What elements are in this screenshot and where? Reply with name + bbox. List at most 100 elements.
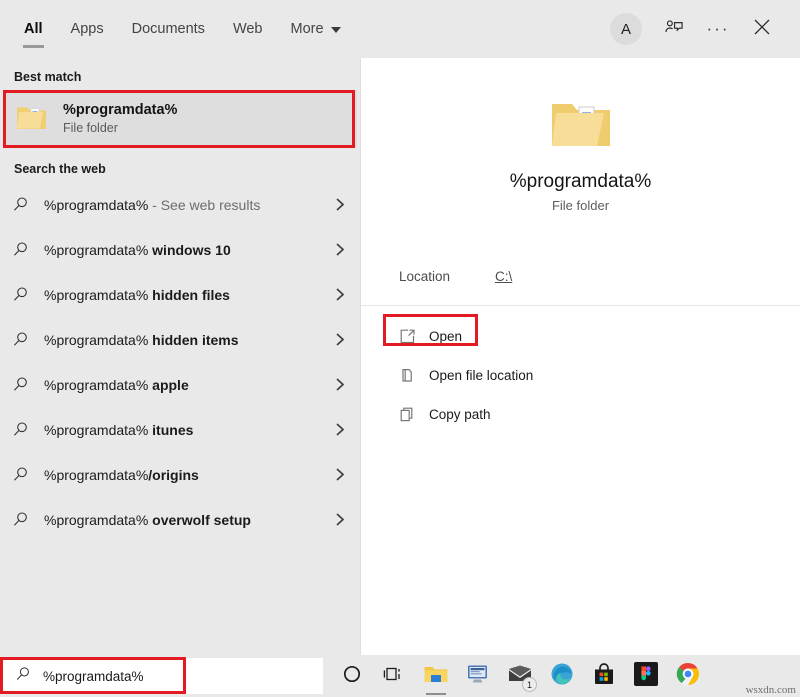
best-match-result[interactable]: %programdata% File folder	[3, 90, 357, 148]
search-icon	[12, 286, 40, 303]
suggestion-text: %programdata%/origins	[40, 467, 324, 483]
action-open-label: Open	[429, 329, 462, 344]
tab-all-label: All	[24, 21, 43, 37]
search-icon	[12, 466, 40, 483]
feedback-button[interactable]	[652, 7, 696, 51]
list-item[interactable]: %programdata% windows 10	[0, 227, 360, 272]
list-item[interactable]: %programdata% apple	[0, 362, 360, 407]
taskbar-item-cortana[interactable]	[331, 655, 373, 697]
suggestion-text: %programdata% apple	[40, 377, 324, 393]
close-icon	[753, 18, 771, 41]
taskbar-item-remote-desktop[interactable]	[457, 655, 499, 697]
location-row: Location C:\	[361, 248, 800, 306]
tab-all[interactable]: All	[10, 0, 57, 58]
list-item[interactable]: %programdata% - See web results	[0, 182, 360, 227]
action-open[interactable]: Open	[361, 320, 800, 352]
search-icon	[15, 666, 31, 687]
microsoft-edge-icon	[550, 662, 574, 691]
taskbar-item-edge[interactable]	[541, 655, 583, 697]
mail-badge: 1	[522, 677, 537, 692]
chevron-right-icon	[324, 467, 346, 482]
chevron-right-icon	[324, 512, 346, 527]
list-item[interactable]: %programdata% hidden items	[0, 317, 360, 362]
best-match-title: %programdata%	[63, 101, 177, 119]
best-match-subtitle: File folder	[63, 121, 177, 137]
file-explorer-icon	[423, 663, 449, 690]
suggestion-text: %programdata% hidden items	[40, 332, 324, 348]
cortana-icon	[342, 664, 362, 689]
tab-documents[interactable]: Documents	[118, 0, 219, 58]
search-tab-bar[interactable]: All Apps Documents Web More	[10, 0, 355, 58]
action-copy-path[interactable]: Copy path	[361, 398, 800, 430]
preview-hero: %programdata% File folder	[361, 58, 800, 248]
list-item[interactable]: %programdata% itunes	[0, 407, 360, 452]
preview-title: %programdata%	[510, 171, 652, 193]
chevron-right-icon	[324, 242, 346, 257]
avatar-initial: A	[621, 21, 631, 38]
taskbar-search-box[interactable]: %programdata%	[3, 658, 323, 694]
taskbar: %programdata%	[0, 655, 800, 697]
person-feedback-icon	[663, 16, 685, 43]
tab-web-label: Web	[233, 21, 263, 37]
search-icon	[12, 331, 40, 348]
watermark: wsxdn.com	[746, 684, 796, 696]
action-open-file-location[interactable]: Open file location	[361, 359, 800, 391]
figma-icon	[634, 662, 658, 691]
list-item[interactable]: %programdata%/origins	[0, 452, 360, 497]
taskbar-icons: 1	[331, 655, 709, 697]
suggestion-text: %programdata% windows 10	[40, 242, 324, 258]
microsoft-store-icon	[592, 662, 616, 691]
tab-apps[interactable]: Apps	[57, 0, 118, 58]
search-icon	[12, 376, 40, 393]
taskbar-item-figma[interactable]	[625, 655, 667, 697]
action-list: Open Open file location	[361, 306, 800, 430]
action-copy-path-label: Copy path	[429, 407, 491, 422]
avatar[interactable]: A	[610, 13, 642, 45]
tab-more-label: More	[291, 21, 324, 37]
search-input[interactable]: %programdata%	[43, 669, 144, 684]
results-panel: Best match	[0, 58, 360, 655]
taskbar-item-file-explorer[interactable]	[415, 655, 457, 697]
tab-documents-label: Documents	[132, 21, 205, 37]
search-icon	[12, 511, 40, 528]
web-suggestion-list: %programdata% - See web results %program…	[0, 182, 360, 542]
list-item[interactable]: %programdata% overwolf setup	[0, 497, 360, 542]
suggestion-text: %programdata% overwolf setup	[40, 512, 324, 528]
suggestion-text: %programdata% itunes	[40, 422, 324, 438]
copy-icon	[399, 406, 429, 423]
taskbar-item-chrome[interactable]	[667, 655, 709, 697]
chevron-right-icon	[324, 422, 346, 437]
preview-subtitle: File folder	[552, 198, 609, 213]
taskbar-item-mail[interactable]: 1	[499, 655, 541, 697]
search-header: All Apps Documents Web More A	[0, 0, 800, 58]
search-body: Best match	[0, 58, 800, 655]
close-button[interactable]	[740, 7, 784, 51]
location-label: Location	[399, 269, 495, 284]
suggestion-text: %programdata% hidden files	[40, 287, 324, 303]
folder-icon	[548, 94, 614, 157]
suggestion-text: %programdata% - See web results	[40, 197, 324, 213]
location-value-link[interactable]: C:\	[495, 269, 512, 284]
preview-panel: %programdata% File folder Location C:\	[360, 58, 800, 655]
best-match-texts: %programdata% File folder	[63, 101, 177, 137]
taskbar-item-task-view[interactable]	[373, 655, 415, 697]
more-options-button[interactable]: ···	[696, 7, 740, 51]
ellipsis-icon: ···	[707, 19, 730, 39]
task-view-icon	[383, 665, 405, 688]
action-open-file-location-label: Open file location	[429, 368, 533, 383]
taskbar-item-microsoft-store[interactable]	[583, 655, 625, 697]
google-chrome-icon	[676, 662, 700, 691]
chevron-right-icon	[324, 287, 346, 302]
open-in-new-icon	[399, 328, 429, 345]
chevron-right-icon	[324, 197, 346, 212]
tab-web[interactable]: Web	[219, 0, 277, 58]
windows-search-flyout: All Apps Documents Web More A	[0, 0, 800, 655]
chevron-right-icon	[324, 332, 346, 347]
tab-more[interactable]: More	[277, 0, 355, 58]
best-match-label: Best match	[0, 60, 360, 90]
chevron-right-icon	[324, 377, 346, 392]
list-item[interactable]: %programdata% hidden files	[0, 272, 360, 317]
search-icon	[12, 241, 40, 258]
search-icon	[12, 421, 40, 438]
folder-open-icon	[399, 367, 429, 384]
